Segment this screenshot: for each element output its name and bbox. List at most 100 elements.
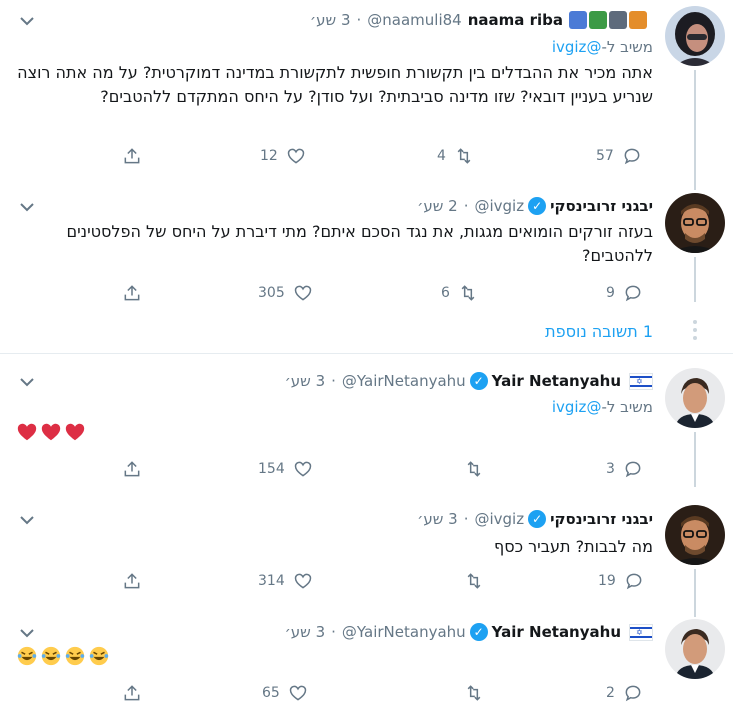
timestamp[interactable]: 3 שע׳ <box>285 372 326 390</box>
replying-to: משיב ל-@ivgiz <box>552 38 653 56</box>
like-action[interactable]: 314 <box>258 571 313 591</box>
replying-to: משיב ל-@ivgiz <box>552 398 653 416</box>
share-icon[interactable] <box>122 283 142 303</box>
retweet-action[interactable] <box>464 571 484 591</box>
retweet-icon <box>457 148 471 164</box>
reply-count: 2 <box>606 685 615 701</box>
reply-action[interactable]: 57 <box>596 146 642 166</box>
verified-badge-icon: ✓ <box>469 623 488 641</box>
red-heart-emoji-icon <box>65 423 85 441</box>
avatar[interactable] <box>665 368 725 428</box>
verified-badge-icon: ✓ <box>469 372 488 390</box>
reply-action[interactable]: 3 <box>606 459 643 479</box>
avatar[interactable] <box>665 619 725 679</box>
pedestrian-emoji-icon <box>569 11 587 29</box>
share-icon[interactable] <box>122 146 142 166</box>
user-handle[interactable]: @ivgiz <box>474 510 524 528</box>
retweet-icon <box>461 285 475 301</box>
like-count: 12 <box>260 148 278 164</box>
like-action[interactable]: 65 <box>262 683 308 703</box>
display-name[interactable]: Yair Netanyahu <box>492 372 621 390</box>
like-count: 314 <box>258 573 285 589</box>
timestamp[interactable]: 3 שע׳ <box>285 623 326 641</box>
reply-action[interactable]: 2 <box>606 683 643 703</box>
avatar[interactable] <box>665 505 725 565</box>
retweet-action[interactable]: 4 <box>437 146 474 166</box>
reply-count: 57 <box>596 148 614 164</box>
like-action[interactable]: 154 <box>258 459 313 479</box>
separator-dot: · <box>331 623 336 641</box>
laughing-emoji-icon <box>41 646 61 666</box>
like-count: 154 <box>258 461 285 477</box>
user-handle[interactable]: @ivgiz <box>474 197 524 215</box>
tweet-text: 🤣🤣🤣🤣 <box>16 645 110 667</box>
tweet-text: ❤❤❤ <box>16 421 86 443</box>
display-name[interactable]: Yair Netanyahu <box>492 623 621 641</box>
israel-flag-icon: ✡ <box>629 623 653 641</box>
avatar[interactable] <box>665 193 725 253</box>
cyclist-emoji-icon <box>629 11 647 29</box>
name-emoji-icons <box>569 11 647 29</box>
chevron-down-icon[interactable] <box>18 373 36 391</box>
tweet-text: בעזה זורקים הומואים מגגות, את נגד הסכם א… <box>66 222 653 265</box>
display-name[interactable]: naama riba <box>468 11 563 29</box>
tweet-header: יבגני זרובינסקי ✓ @ivgiz · 3 שע׳ <box>417 507 653 531</box>
tweet-header: ✡ Yair Netanyahu ✓ @YairNetanyahu · 3 שע… <box>285 369 653 393</box>
reply-prefix: משיב ל- <box>601 38 653 56</box>
tweet-header: ✡ Yair Netanyahu ✓ @YairNetanyahu · 3 שע… <box>285 620 653 644</box>
display-name[interactable]: יבגני זרובינסקי <box>550 510 653 528</box>
share-icon[interactable] <box>122 571 142 591</box>
separator-dot: · <box>463 510 469 528</box>
retweet-icon <box>467 685 481 701</box>
retweet-action[interactable] <box>464 683 484 703</box>
verified-badge-icon: ✓ <box>528 510 547 528</box>
city-emoji-icon <box>609 11 627 29</box>
reply-mention-link[interactable]: @ivgiz <box>552 398 602 416</box>
israel-flag-icon: ✡ <box>629 372 653 390</box>
red-heart-emoji-icon <box>41 423 61 441</box>
like-count: 305 <box>258 285 285 301</box>
reply-action[interactable]: 19 <box>598 571 644 591</box>
reply-count: 9 <box>606 285 615 301</box>
reply-count: 3 <box>606 461 615 477</box>
chevron-down-icon[interactable] <box>18 624 36 642</box>
avatar[interactable] <box>665 6 725 66</box>
chevron-down-icon[interactable] <box>18 511 36 529</box>
retweet-icon <box>467 573 481 589</box>
like-count: 65 <box>262 685 280 701</box>
show-more-replies-link[interactable]: 1 תשובה נוספת <box>545 322 653 341</box>
reply-mention-link[interactable]: @ivgiz <box>552 38 602 56</box>
like-action[interactable]: 305 <box>258 283 313 303</box>
thread-line <box>694 70 696 190</box>
user-handle[interactable]: @YairNetanyahu <box>342 623 466 641</box>
chevron-down-icon[interactable] <box>18 198 36 216</box>
reply-icon <box>626 573 642 590</box>
tree-emoji-icon <box>589 11 607 29</box>
display-name[interactable]: יבגני זרובינסקי <box>550 197 653 215</box>
retweet-action[interactable] <box>464 459 484 479</box>
separator-dot: · <box>463 197 469 215</box>
share-icon[interactable] <box>122 459 142 479</box>
reply-icon <box>624 148 640 165</box>
user-handle[interactable]: @naamuli84 <box>367 11 461 29</box>
heart-icon <box>287 148 305 164</box>
like-action[interactable]: 12 <box>260 146 306 166</box>
timestamp[interactable]: 2 שע׳ <box>417 197 458 215</box>
divider <box>0 353 733 354</box>
separator-dot: · <box>356 11 362 29</box>
reply-count: 19 <box>598 573 616 589</box>
reply-icon <box>625 285 641 302</box>
red-heart-emoji-icon <box>17 423 37 441</box>
reply-action[interactable]: 9 <box>606 283 643 303</box>
chevron-down-icon[interactable] <box>18 12 36 30</box>
laughing-emoji-icon <box>89 646 109 666</box>
tweet-text: מה לבבות? תעביר כסף <box>493 537 653 556</box>
timestamp[interactable]: 3 שע׳ <box>310 11 351 29</box>
retweet-action[interactable]: 6 <box>441 283 478 303</box>
thread-line <box>694 257 696 302</box>
share-icon[interactable] <box>122 683 142 703</box>
timestamp[interactable]: 3 שע׳ <box>417 510 458 528</box>
heart-icon <box>294 285 311 301</box>
separator-dot: · <box>331 372 336 390</box>
user-handle[interactable]: @YairNetanyahu <box>342 372 466 390</box>
